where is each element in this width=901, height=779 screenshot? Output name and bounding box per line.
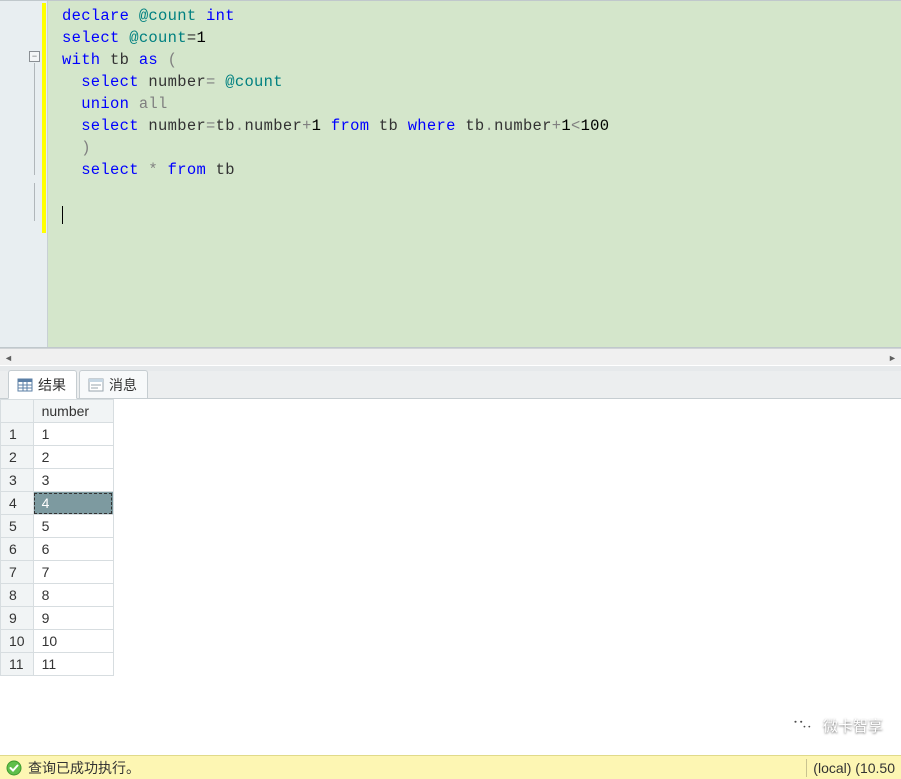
table-row[interactable]: 1010 [1, 630, 114, 653]
cell-value[interactable]: 8 [33, 584, 113, 607]
cell-value[interactable]: 2 [33, 446, 113, 469]
cell-value[interactable]: 7 [33, 561, 113, 584]
results-tabstrip: 结果 消息 [0, 371, 901, 399]
cell-value[interactable]: 11 [33, 653, 113, 676]
row-number[interactable]: 6 [1, 538, 34, 561]
row-number[interactable]: 10 [1, 630, 34, 653]
status-connection: (local) (10.50 [813, 760, 895, 776]
table-row[interactable]: 33 [1, 469, 114, 492]
status-right-group: (local) (10.50 [800, 759, 895, 777]
results-grid[interactable]: number11223344556677889910101111 [0, 399, 114, 676]
row-number[interactable]: 3 [1, 469, 34, 492]
status-separator [806, 759, 807, 777]
row-number[interactable]: 11 [1, 653, 34, 676]
wechat-icon [789, 714, 815, 736]
row-number[interactable]: 4 [1, 492, 34, 515]
cell-value[interactable]: 10 [33, 630, 113, 653]
tab-messages-label: 消息 [109, 375, 137, 395]
change-marker [42, 3, 46, 233]
row-number[interactable]: 7 [1, 561, 34, 584]
watermark-label: 微卡智享 [823, 715, 883, 736]
cell-value[interactable]: 9 [33, 607, 113, 630]
scroll-left-arrow[interactable]: ◄ [0, 349, 17, 366]
cell-value[interactable]: 6 [33, 538, 113, 561]
wechat-watermark: 微卡智享 [789, 714, 883, 736]
row-number[interactable]: 9 [1, 607, 34, 630]
messages-icon [88, 377, 104, 393]
table-row[interactable]: 66 [1, 538, 114, 561]
cell-value[interactable]: 5 [33, 515, 113, 538]
fold-line [34, 183, 35, 221]
column-header[interactable]: number [33, 400, 113, 423]
success-icon [6, 760, 22, 776]
sql-editor-pane[interactable]: − declare @count int select @count=1 wit… [0, 0, 901, 348]
cell-value[interactable]: 3 [33, 469, 113, 492]
tab-results-label: 结果 [38, 375, 66, 395]
cell-value[interactable]: 4 [33, 492, 113, 515]
table-row[interactable]: 77 [1, 561, 114, 584]
table-row[interactable]: 22 [1, 446, 114, 469]
editor-gutter: − [0, 1, 48, 347]
row-number[interactable]: 1 [1, 423, 34, 446]
code-text-area[interactable]: declare @count int select @count=1 with … [48, 1, 901, 347]
tab-results[interactable]: 结果 [8, 370, 77, 399]
row-number[interactable]: 5 [1, 515, 34, 538]
table-row[interactable]: 99 [1, 607, 114, 630]
table-row[interactable]: 44 [1, 492, 114, 515]
row-number[interactable]: 8 [1, 584, 34, 607]
editor-horizontal-scrollbar[interactable]: ◄ ► [0, 348, 901, 365]
cell-value[interactable]: 1 [33, 423, 113, 446]
table-row[interactable]: 88 [1, 584, 114, 607]
table-row[interactable]: 55 [1, 515, 114, 538]
status-message: 查询已成功执行。 [28, 758, 140, 778]
fold-line [34, 63, 35, 175]
table-row[interactable]: 11 [1, 423, 114, 446]
status-bar: 查询已成功执行。 (local) (10.50 [0, 755, 901, 779]
results-pane[interactable]: number11223344556677889910101111 [0, 399, 901, 755]
fold-toggle[interactable]: − [29, 51, 40, 62]
grid-icon [17, 377, 33, 393]
tab-messages[interactable]: 消息 [79, 370, 148, 399]
table-row[interactable]: 1111 [1, 653, 114, 676]
row-number[interactable]: 2 [1, 446, 34, 469]
scroll-right-arrow[interactable]: ► [884, 349, 901, 366]
